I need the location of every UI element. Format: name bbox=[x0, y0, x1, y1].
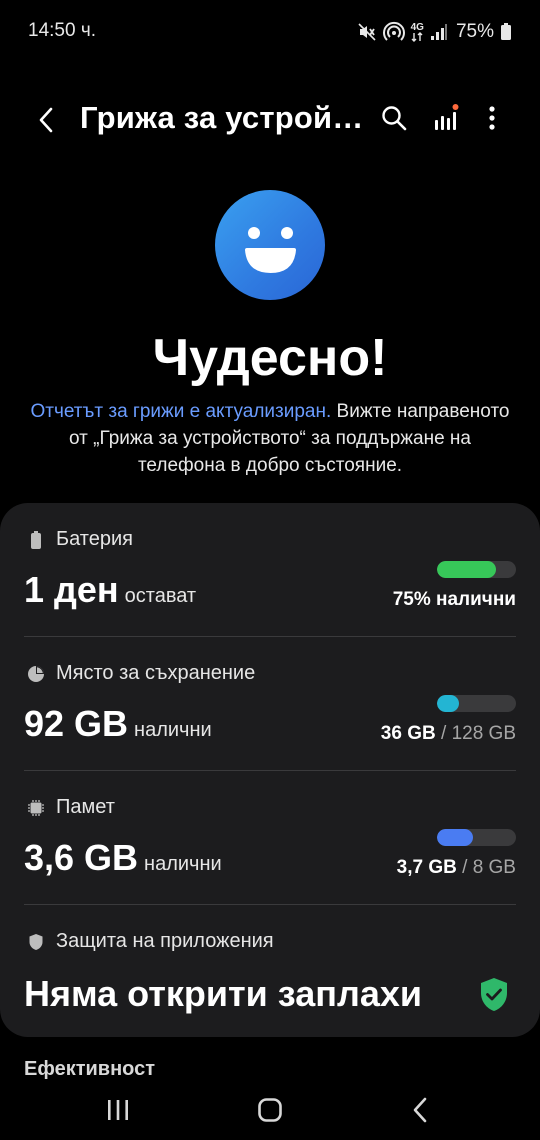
storage-bar bbox=[437, 695, 516, 712]
battery-unit: остават bbox=[124, 585, 197, 607]
storage-usage: 36 GB / 128 GB bbox=[380, 723, 516, 744]
threat-status: Няма открити заплахи bbox=[24, 973, 423, 1014]
battery-icon bbox=[500, 23, 512, 41]
search-button[interactable] bbox=[374, 98, 414, 138]
battery-available: 75% налични bbox=[392, 589, 516, 610]
storage-bar-fill bbox=[437, 695, 460, 712]
memory-unit: налични bbox=[144, 853, 222, 875]
status-icons: 4G 75% bbox=[357, 18, 512, 46]
memory-chip-icon bbox=[26, 798, 46, 818]
battery-bar-fill bbox=[437, 561, 497, 578]
navigation-bar bbox=[0, 1080, 540, 1140]
search-icon bbox=[382, 106, 407, 131]
battery-value: 1 ден bbox=[24, 569, 119, 610]
signal-icon bbox=[430, 23, 448, 41]
storage-pie-icon bbox=[26, 664, 46, 684]
status-bar: 14:50 ч. 4G 75% bbox=[0, 0, 540, 64]
back-nav-icon bbox=[413, 1097, 427, 1123]
app-protection-title: Защита на приложения bbox=[56, 930, 274, 952]
app-bar: Грижа за устройството bbox=[0, 90, 540, 146]
battery-title: Батерия bbox=[56, 528, 133, 550]
home-icon bbox=[258, 1098, 282, 1122]
notification-dot bbox=[452, 104, 459, 110]
page-title: Грижа за устройството bbox=[80, 100, 365, 135]
recents-button[interactable] bbox=[98, 1094, 138, 1126]
memory-usage: 3,7 GB / 8 GB bbox=[396, 857, 516, 878]
care-report-link[interactable]: Отчетът за грижи е актуализиран. bbox=[30, 401, 331, 422]
chart-icon bbox=[435, 104, 459, 130]
back-nav-button[interactable] bbox=[400, 1094, 440, 1126]
device-care-screen: 14:50 ч. 4G 75% Грижа за устройст Чудесн… bbox=[0, 0, 540, 1140]
more-options-button[interactable] bbox=[472, 98, 512, 138]
network-type-icon: 4G bbox=[411, 22, 424, 42]
report-button[interactable] bbox=[426, 98, 466, 138]
summary-description: Отчетът за грижи е актуализиран. Вижте н… bbox=[30, 398, 510, 479]
shield-check-icon bbox=[481, 978, 507, 1011]
status-card: Батерия 1 ден остават 75% налични Място … bbox=[0, 503, 540, 1037]
memory-title: Памет bbox=[56, 796, 115, 818]
app-protection-section[interactable]: Защита на приложения Няма открити заплах… bbox=[0, 905, 540, 1039]
battery-icon bbox=[26, 530, 46, 550]
back-icon bbox=[39, 107, 53, 133]
headline: Чудесно! bbox=[152, 329, 388, 387]
status-smiley-icon bbox=[215, 190, 325, 300]
storage-section[interactable]: Място за съхранение 92 GB налични 36 GB … bbox=[0, 637, 540, 771]
more-icon bbox=[489, 106, 495, 130]
status-time: 14:50 ч. bbox=[28, 20, 97, 41]
mute-icon bbox=[357, 22, 377, 42]
performance-section-title: Ефективност bbox=[24, 1058, 156, 1080]
memory-value: 3,6 GB bbox=[24, 837, 139, 878]
storage-value: 92 GB bbox=[24, 703, 129, 744]
battery-percent: 75% bbox=[455, 21, 494, 42]
shield-icon bbox=[26, 932, 46, 952]
memory-bar-fill bbox=[437, 829, 474, 846]
recents-icon bbox=[108, 1100, 128, 1120]
home-button[interactable] bbox=[250, 1094, 290, 1126]
battery-bar bbox=[437, 561, 516, 578]
storage-title: Място за съхранение bbox=[56, 662, 256, 684]
storage-unit: налични bbox=[134, 719, 212, 741]
back-button[interactable] bbox=[26, 100, 66, 140]
memory-section[interactable]: Памет 3,6 GB налични 3,7 GB / 8 GB bbox=[0, 771, 540, 905]
battery-section[interactable]: Батерия 1 ден остават 75% налични bbox=[0, 503, 540, 637]
hotspot-icon bbox=[382, 21, 405, 43]
memory-bar bbox=[437, 829, 516, 846]
